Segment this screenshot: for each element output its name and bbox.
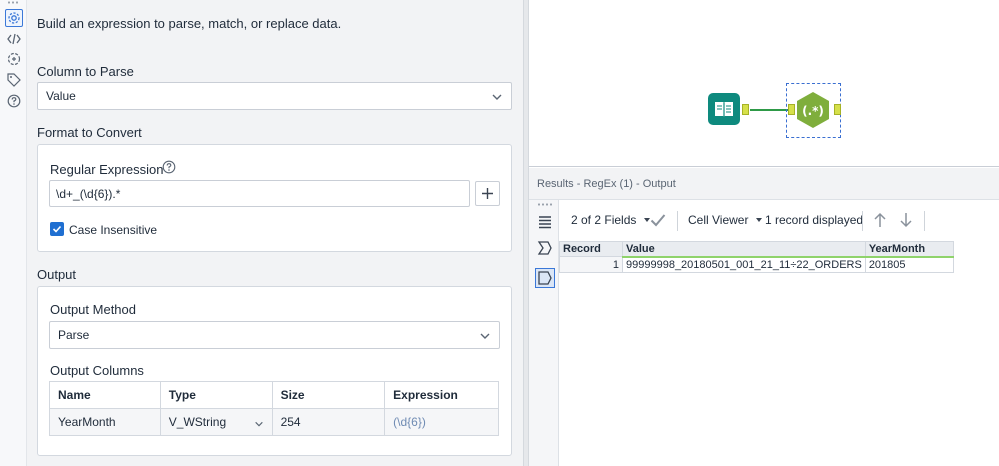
results-side-toolbar	[529, 200, 559, 466]
configuration-panel: Build an expression to parse, match, or …	[27, 0, 523, 466]
column-header-name[interactable]: Name	[49, 381, 161, 409]
table-header-row: Name Type Size Expression	[49, 381, 499, 409]
arrow-up-icon	[874, 212, 886, 227]
tag-icon[interactable]	[5, 71, 23, 89]
column-to-parse-select[interactable]: Value	[37, 82, 512, 110]
table-header-row: Record Value YearMonth	[559, 241, 954, 258]
table-row: YearMonth V_WString 254 (\d{6})	[49, 408, 499, 436]
results-header-yearmonth[interactable]: YearMonth	[864, 241, 954, 258]
output-columns-table: Name Type Size Expression YearMonth V_WS…	[49, 381, 499, 436]
case-insensitive-label: Case Insensitive	[69, 223, 158, 237]
scroll-up-button[interactable]	[873, 212, 887, 228]
output-column-name[interactable]: YearMonth	[49, 408, 161, 436]
chevron-down-icon	[254, 421, 263, 427]
input-node-output-anchor[interactable]	[742, 104, 749, 115]
chevron-down-icon	[480, 333, 490, 339]
output-method-select[interactable]: Parse	[49, 321, 500, 349]
column-to-parse-label: Column to Parse	[37, 64, 134, 79]
tag-outline-icon	[538, 271, 552, 285]
strip-grip[interactable]	[7, 1, 20, 4]
cell-viewer-dropdown[interactable]: Cell Viewer	[688, 213, 763, 227]
output-column-type: V_WString	[168, 415, 227, 429]
table-icon	[539, 216, 551, 229]
connection-line[interactable]	[750, 109, 790, 111]
cell-viewer-label: Cell Viewer	[688, 213, 749, 227]
sum-icon	[537, 241, 552, 255]
output-label: Output	[37, 267, 77, 282]
output-column-expression: (\d{6})	[384, 408, 499, 436]
results-grip[interactable]	[537, 203, 554, 206]
scroll-down-button[interactable]	[899, 212, 913, 228]
messages-view-button[interactable]	[535, 268, 555, 288]
book-icon	[715, 102, 733, 117]
arrow-down-icon	[900, 213, 912, 228]
results-pane: Results - RegEx (1) - Output 2 of 2 Fiel…	[529, 168, 999, 466]
config-icon-strip	[0, 0, 27, 466]
output-columns-label: Output Columns	[50, 363, 144, 378]
regex-node-icon: (.*)	[797, 92, 829, 128]
column-header-size[interactable]: Size	[271, 381, 386, 409]
fields-label: 2 of 2 Fields	[571, 213, 637, 227]
toolbar-separator	[862, 211, 863, 231]
plus-icon	[482, 188, 493, 199]
output-column-size[interactable]: 254	[271, 408, 386, 436]
checkmark-icon	[650, 214, 666, 227]
table-row[interactable]: 1 99999998_20180501_001_21_11÷22_ORDERS …	[559, 256, 954, 273]
help-icon[interactable]	[5, 92, 23, 110]
case-insensitive-checkbox[interactable]	[50, 222, 64, 236]
apply-fields-button[interactable]	[650, 213, 666, 227]
tool-description: Build an expression to parse, match, or …	[37, 16, 342, 31]
column-header-type[interactable]: Type	[159, 381, 273, 409]
regex-node-label: (.*)	[802, 104, 824, 118]
column-header-expression[interactable]: Expression	[384, 381, 499, 409]
output-method-value: Parse	[58, 328, 90, 342]
format-to-convert-group: Regular Expression \d+_(\d{6}).* Case In…	[37, 144, 512, 252]
results-header-record[interactable]: Record	[559, 241, 623, 257]
regex-tool-node[interactable]: (.*)	[794, 91, 832, 129]
fields-dropdown[interactable]: 2 of 2 Fields	[571, 213, 651, 227]
gear-icon[interactable]	[5, 9, 23, 27]
regex-icon[interactable]	[5, 50, 23, 68]
regex-node-output-anchor[interactable]	[834, 104, 841, 115]
regex-input[interactable]: \d+_(\d{6}).*	[49, 180, 470, 207]
records-displayed: 1 record displayed	[765, 213, 864, 227]
regex-label: Regular Expression	[50, 162, 164, 177]
output-column-type-select[interactable]: V_WString	[159, 408, 273, 436]
column-to-parse-value: Value	[46, 89, 76, 103]
format-to-convert-label: Format to Convert	[37, 125, 142, 140]
results-cell-record[interactable]: 1	[559, 256, 623, 273]
chevron-down-icon	[492, 94, 502, 100]
data-view-button[interactable]	[535, 212, 555, 232]
results-cell-value[interactable]: 99999998_20180501_001_21_11÷22_ORDERS	[622, 256, 866, 273]
metadata-view-button[interactable]	[535, 238, 555, 258]
caret-down-icon	[756, 218, 763, 222]
results-cell-yearmonth[interactable]: 201805	[864, 256, 954, 273]
results-table: Record Value YearMonth 1 99999998_201805…	[559, 241, 954, 273]
toolbar-separator	[677, 211, 678, 231]
toolbar-separator	[924, 211, 925, 231]
check-icon	[52, 225, 62, 233]
workflow-canvas[interactable]: (.*)	[529, 0, 999, 167]
code-icon[interactable]	[5, 30, 23, 48]
results-header-value[interactable]: Value	[622, 241, 866, 258]
add-token-button[interactable]	[475, 181, 500, 206]
input-data-tool-node[interactable]	[708, 93, 740, 125]
results-title: Results - RegEx (1) - Output	[529, 168, 999, 200]
output-method-label: Output Method	[50, 302, 136, 317]
help-icon[interactable]	[162, 160, 176, 174]
